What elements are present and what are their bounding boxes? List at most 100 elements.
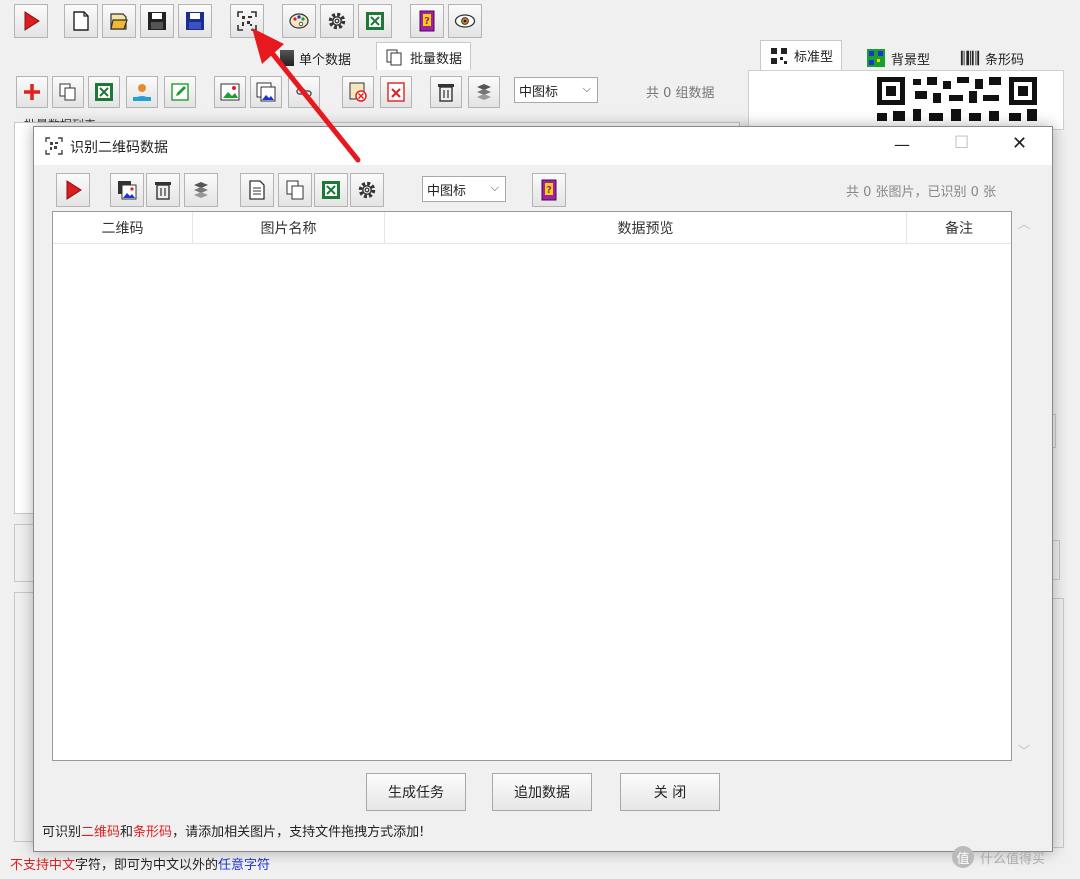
- column-header-qr[interactable]: 二维码: [53, 212, 193, 243]
- recognition-list[interactable]: 二维码 图片名称 数据预览 备注: [52, 211, 1012, 761]
- document-icon: [249, 180, 265, 200]
- column-header-image-name[interactable]: 图片名称: [193, 212, 385, 243]
- help-button[interactable]: ?: [410, 4, 444, 38]
- dialog-info-text: 可识别二维码和条形码，请添加相关图片，支持文件拖拽方式添加!: [42, 821, 424, 840]
- qr-standard-icon: [771, 47, 787, 64]
- layers-delete-icon: [194, 182, 208, 198]
- batch-view-combo[interactable]: 中图标 ⌵: [514, 77, 598, 103]
- info-suffix: ，请添加相关图片，支持文件拖拽方式添加!: [172, 825, 425, 840]
- layers-delete-icon: [477, 84, 491, 100]
- watermark: 值 什么值得买: [952, 846, 1045, 868]
- dialog-new-file-button[interactable]: [240, 173, 274, 207]
- clear-all-button[interactable]: [468, 76, 500, 108]
- info-qr-word: 二维码: [81, 825, 121, 840]
- play-icon: [66, 180, 82, 200]
- dialog-run-button[interactable]: [56, 173, 90, 207]
- gear-icon: [358, 181, 376, 199]
- import-excel-button[interactable]: [88, 76, 120, 108]
- copy-row-button[interactable]: [52, 76, 84, 108]
- scroll-up-icon[interactable]: ︿: [1018, 215, 1030, 232]
- qr-scan-icon: [45, 137, 63, 155]
- recognize-qr-dialog: 识别二维码数据 — ☐ ✕ 中图标 ⌵ ? 共 0 张图片，已识别 0 张 二维…: [33, 126, 1053, 852]
- chevron-down-icon: ⌵: [490, 181, 499, 194]
- close-button[interactable]: 关 闭: [620, 773, 720, 811]
- trash-icon: [155, 182, 171, 200]
- new-document-icon: [73, 11, 89, 31]
- trash-icon: [438, 84, 454, 102]
- save-disk-icon: [148, 12, 166, 30]
- preview-button[interactable]: [448, 4, 482, 38]
- tab-standard-label: 标准型: [794, 50, 834, 65]
- column-header-remarks[interactable]: 备注: [907, 212, 1011, 243]
- dialog-excel-button[interactable]: [314, 173, 348, 207]
- dialog-help-button[interactable]: ?: [532, 173, 566, 207]
- dialog-settings-button[interactable]: [350, 173, 384, 207]
- bottom-note: 不支持中文字符，即可为中文以外的任意字符: [10, 854, 270, 873]
- tab-background-label: 背景型: [891, 52, 931, 68]
- tab-standard[interactable]: 标准型: [760, 40, 843, 70]
- delete-file-icon: [387, 82, 405, 102]
- dialog-copy-button[interactable]: [278, 173, 312, 207]
- info-and: 和: [120, 825, 134, 840]
- clear-button[interactable]: [430, 76, 462, 108]
- edit-row-button[interactable]: [164, 76, 196, 108]
- dialog-close-x-button[interactable]: ✕: [1012, 133, 1027, 154]
- tab-background[interactable]: 背景型: [858, 44, 938, 72]
- chevron-down-icon: ⌵: [582, 82, 591, 95]
- dialog-status-text: 共 0 张图片，已识别 0 张: [846, 185, 997, 200]
- dialog-view-combo[interactable]: 中图标 ⌵: [422, 176, 506, 202]
- dialog-title: 识别二维码数据: [70, 140, 168, 156]
- delete-excel-button[interactable]: [380, 76, 412, 108]
- save-as-button[interactable]: [178, 4, 212, 38]
- contact-icon: [133, 84, 151, 101]
- plus-icon: [24, 84, 40, 100]
- dialog-clear-button[interactable]: [146, 173, 180, 207]
- tab-batch-data-label: 批量数据: [410, 52, 463, 67]
- note-mid-part: 字符，即可为中文以外的: [75, 858, 219, 873]
- help-book-icon: ?: [541, 179, 557, 201]
- barcode-icon: [960, 50, 980, 66]
- copy-icon: [59, 83, 76, 101]
- tab-barcode[interactable]: 条形码: [952, 44, 1032, 72]
- watermark-text: 什么值得买: [980, 851, 1046, 867]
- scroll-down-icon[interactable]: ﹀: [1018, 742, 1030, 759]
- new-file-button[interactable]: [64, 4, 98, 38]
- images-icon: [118, 181, 137, 200]
- note-blue-part: 任意字符: [218, 858, 271, 873]
- svg-text:?: ?: [546, 185, 552, 196]
- generate-task-button[interactable]: 生成任务: [366, 773, 466, 811]
- import-contact-button[interactable]: [126, 76, 158, 108]
- tab-batch-data[interactable]: 批量数据: [376, 42, 472, 72]
- help-book-icon: ?: [419, 10, 435, 32]
- info-prefix: 可识别: [42, 825, 82, 840]
- minimize-button[interactable]: —: [894, 135, 910, 154]
- column-header-data-preview[interactable]: 数据预览: [385, 212, 907, 243]
- dialog-add-images-button[interactable]: [110, 173, 144, 207]
- add-row-button[interactable]: [16, 76, 48, 108]
- image-icon: [220, 83, 240, 101]
- scrollbar[interactable]: ︿ ﹀: [1016, 211, 1032, 761]
- open-file-button[interactable]: [102, 4, 136, 38]
- edit-pencil-icon: [171, 83, 189, 101]
- note-red-part: 不支持中文: [10, 858, 76, 873]
- save-button[interactable]: [140, 4, 174, 38]
- maximize-button[interactable]: ☐: [954, 133, 969, 153]
- qr-preview-panel: [748, 70, 1064, 130]
- batch-view-combo-value: 中图标: [519, 84, 559, 100]
- excel-icon: [322, 181, 340, 199]
- batch-data-icon: [386, 49, 402, 65]
- tab-barcode-label: 条形码: [985, 52, 1025, 68]
- batch-count-text: 共 0 组数据: [646, 86, 715, 101]
- annotation-arrow-icon: [252, 28, 361, 163]
- list-header: 二维码 图片名称 数据预览 备注: [53, 212, 1011, 244]
- save-as-disk-icon: [186, 12, 204, 30]
- qr-background-icon: [867, 49, 885, 67]
- append-data-button[interactable]: 追加数据: [492, 773, 592, 811]
- watermark-logo-icon: 值: [952, 846, 974, 868]
- dialog-clear-all-button[interactable]: [184, 173, 218, 207]
- excel-icon: [95, 83, 113, 101]
- info-barcode-word: 条形码: [133, 825, 173, 840]
- dialog-titlebar[interactable]: 识别二维码数据 — ☐ ✕: [34, 127, 1052, 165]
- dialog-view-combo-value: 中图标: [427, 183, 467, 199]
- run-button[interactable]: [14, 4, 48, 38]
